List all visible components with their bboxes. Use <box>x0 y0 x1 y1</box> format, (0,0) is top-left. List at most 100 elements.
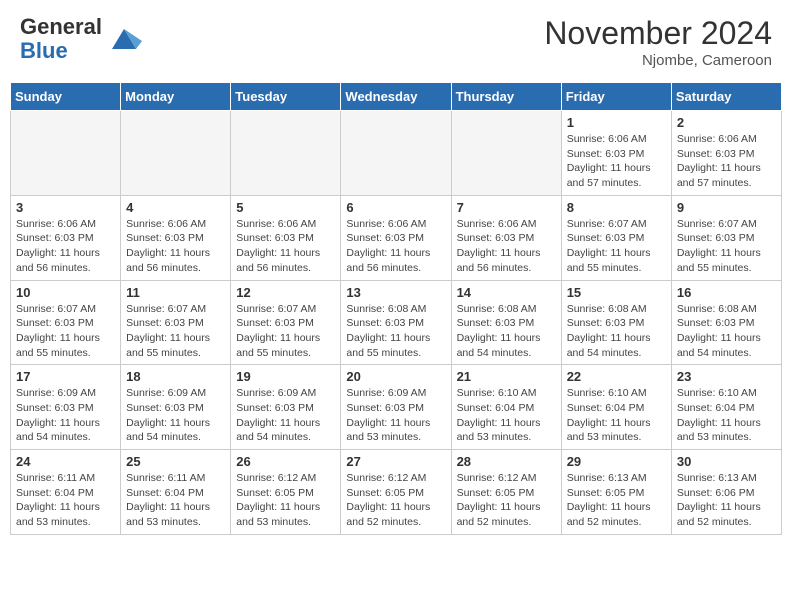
sunrise-text: Sunrise: 6:06 AM <box>677 133 757 145</box>
day-number: 29 <box>567 454 666 469</box>
sunrise-text: Sunrise: 6:08 AM <box>457 303 537 315</box>
day-number: 25 <box>126 454 225 469</box>
daylight-text: Daylight: 11 hours and 52 minutes. <box>457 501 541 528</box>
day-info: Sunrise: 6:06 AMSunset: 6:03 PMDaylight:… <box>16 217 115 276</box>
day-number: 16 <box>677 285 776 300</box>
daylight-text: Daylight: 11 hours and 54 minutes. <box>567 332 651 359</box>
day-info: Sunrise: 6:08 AMSunset: 6:03 PMDaylight:… <box>677 302 776 361</box>
daylight-text: Daylight: 11 hours and 55 minutes. <box>346 332 430 359</box>
daylight-text: Daylight: 11 hours and 53 minutes. <box>567 417 651 444</box>
weekday-header-wednesday: Wednesday <box>341 83 451 111</box>
logo: General Blue <box>20 15 142 63</box>
day-number: 4 <box>126 200 225 215</box>
daylight-text: Daylight: 11 hours and 55 minutes. <box>677 247 761 274</box>
day-number: 14 <box>457 285 556 300</box>
sunset-text: Sunset: 6:03 PM <box>346 402 424 414</box>
sunrise-text: Sunrise: 6:10 AM <box>567 387 647 399</box>
daylight-text: Daylight: 11 hours and 52 minutes. <box>677 501 761 528</box>
calendar-cell: 11Sunrise: 6:07 AMSunset: 6:03 PMDayligh… <box>121 280 231 365</box>
daylight-text: Daylight: 11 hours and 52 minutes. <box>346 501 430 528</box>
calendar-cell: 18 Sunrise: 6:09 AMSunset: 6:03 PMDayligh… <box>121 365 231 450</box>
day-number: 7 <box>457 200 556 215</box>
sunset-text: Sunset: 6:03 PM <box>16 317 94 329</box>
daylight-text: Daylight: 11 hours and 52 minutes. <box>567 501 651 528</box>
logo-general-text: General <box>20 14 102 39</box>
daylight-text: Daylight: 11 hours and 54 minutes. <box>677 332 761 359</box>
sunrise-text: Sunrise: 6:08 AM <box>567 303 647 315</box>
sunrise-text: Sunrise: 6:10 AM <box>677 387 757 399</box>
day-info: Sunrise: 6:06 AMSunset: 6:03 PMDaylight:… <box>346 217 445 276</box>
day-info: Sunrise: 6:09 AMSunset: 6:03 PMDaylight:… <box>16 386 115 445</box>
day-info: Sunrise: 6:09 AMSunset: 6:03 PMDaylight:… <box>126 386 225 445</box>
daylight-text: Daylight: 11 hours and 54 minutes. <box>236 417 320 444</box>
calendar-table: SundayMondayTuesdayWednesdayThursdayFrid… <box>10 82 782 535</box>
sunset-text: Sunset: 6:03 PM <box>346 232 424 244</box>
calendar-header-row: SundayMondayTuesdayWednesdayThursdayFrid… <box>11 83 782 111</box>
calendar-cell <box>121 111 231 196</box>
logo-blue-text: Blue <box>20 38 68 63</box>
day-number: 10 <box>16 285 115 300</box>
calendar-cell: 23Sunrise: 6:10 AMSunset: 6:04 PMDayligh… <box>671 365 781 450</box>
day-info: Sunrise: 6:12 AMSunset: 6:05 PMDaylight:… <box>236 471 335 530</box>
calendar-cell: 6Sunrise: 6:06 AMSunset: 6:03 PMDaylight… <box>341 195 451 280</box>
daylight-text: Daylight: 11 hours and 55 minutes. <box>236 332 320 359</box>
day-number: 1 <box>567 115 666 130</box>
day-info: Sunrise: 6:06 AMSunset: 6:03 PMDaylight:… <box>677 132 776 191</box>
sunrise-text: Sunrise: 6:07 AM <box>16 303 96 315</box>
title-area: November 2024 Njombe, Cameroon <box>544 15 772 69</box>
month-title: November 2024 <box>544 15 772 52</box>
calendar-cell: 2Sunrise: 6:06 AMSunset: 6:03 PMDaylight… <box>671 111 781 196</box>
daylight-text: Daylight: 11 hours and 56 minutes. <box>236 247 320 274</box>
day-number: 23 <box>677 369 776 384</box>
calendar-cell: 17Sunrise: 6:09 AMSunset: 6:03 PMDayligh… <box>11 365 121 450</box>
day-number: 13 <box>346 285 445 300</box>
daylight-text: Daylight: 11 hours and 54 minutes. <box>457 332 541 359</box>
sunrise-text: Sunrise: 6:10 AM <box>457 387 537 399</box>
sunset-text: Sunset: 6:03 PM <box>236 232 314 244</box>
day-info: Sunrise: 6:06 AMSunset: 6:03 PMDaylight:… <box>567 132 666 191</box>
day-info: Sunrise: 6:08 AMSunset: 6:03 PMDaylight:… <box>346 302 445 361</box>
calendar-cell: 8Sunrise: 6:07 AMSunset: 6:03 PMDaylight… <box>561 195 671 280</box>
day-info: Sunrise: 6:11 AMSunset: 6:04 PMDaylight:… <box>126 471 225 530</box>
day-info: Sunrise: 6:09 AMSunset: 6:03 PMDaylight:… <box>236 386 335 445</box>
sunrise-text: Sunrise: 6:06 AM <box>236 218 316 230</box>
day-info: Sunrise: 6:13 AMSunset: 6:06 PMDaylight:… <box>677 471 776 530</box>
sunrise-text: Sunrise: 6:06 AM <box>457 218 537 230</box>
sunset-text: Sunset: 6:03 PM <box>567 232 645 244</box>
day-number: 26 <box>236 454 335 469</box>
sunrise-text: Sunrise: 6:06 AM <box>567 133 647 145</box>
sunset-text: Sunset: 6:04 PM <box>457 402 535 414</box>
calendar-cell: 12Sunrise: 6:07 AMSunset: 6:03 PMDayligh… <box>231 280 341 365</box>
day-info: Sunrise: 6:12 AMSunset: 6:05 PMDaylight:… <box>346 471 445 530</box>
sunset-text: Sunset: 6:04 PM <box>567 402 645 414</box>
calendar-cell: 3Sunrise: 6:06 AMSunset: 6:03 PMDaylight… <box>11 195 121 280</box>
sunrise-text: Sunrise: 6:07 AM <box>126 303 206 315</box>
day-info: Sunrise: 6:10 AM Sunset: 6:04 PM Daylight:… <box>567 386 666 445</box>
day-number: 28 <box>457 454 556 469</box>
day-number: 8 <box>567 200 666 215</box>
sunset-text: Sunset: 6:03 PM <box>16 402 94 414</box>
sunset-text: Sunset: 6:05 PM <box>457 487 535 499</box>
sunset-text: Sunset: 6:03 PM <box>16 232 94 244</box>
sunset-text: Sunset: 6:03 PM <box>457 317 535 329</box>
sunset-text: Sunset: 6:04 PM <box>677 402 755 414</box>
calendar-cell: 22Sunrise: 6:10 AMSunset: 6:04 PMDayligh… <box>561 365 671 450</box>
day-number: 9 <box>677 200 776 215</box>
day-number: 20 <box>346 369 445 384</box>
day-number: 5 <box>236 200 335 215</box>
calendar-cell: 16 Sunrise: 6:08 AMSunset: 6:03 PMDayligh… <box>671 280 781 365</box>
calendar-cell: 5 Sunrise: 6:06 AM Sunset: 6:03 PM Daylight… <box>231 195 341 280</box>
calendar-cell: 29Sunrise: 6:13 AMSunset: 6:05 PMDayligh… <box>561 450 671 535</box>
weekday-header-monday: Monday <box>121 83 231 111</box>
day-number: 27 <box>346 454 445 469</box>
daylight-text: Daylight: 11 hours and 57 minutes. <box>677 162 761 189</box>
day-number: 18 <box>126 369 225 384</box>
sunrise-text: Sunrise: 6:08 AM <box>346 303 426 315</box>
day-info: Sunrise: 6:07 AMSunset: 6:03 PMDaylight:… <box>677 217 776 276</box>
daylight-text: Daylight: 11 hours and 53 minutes. <box>16 501 100 528</box>
weekday-header-friday: Friday <box>561 83 671 111</box>
calendar-week-row: 1 Sunrise: 6:06 AMSunset: 6:03 PMDaylight… <box>11 111 782 196</box>
day-info: Sunrise: 6:07 AMSunset: 6:03 PMDaylight:… <box>236 302 335 361</box>
sunset-text: Sunset: 6:03 PM <box>677 317 755 329</box>
sunrise-text: Sunrise: 6:12 AM <box>236 472 316 484</box>
